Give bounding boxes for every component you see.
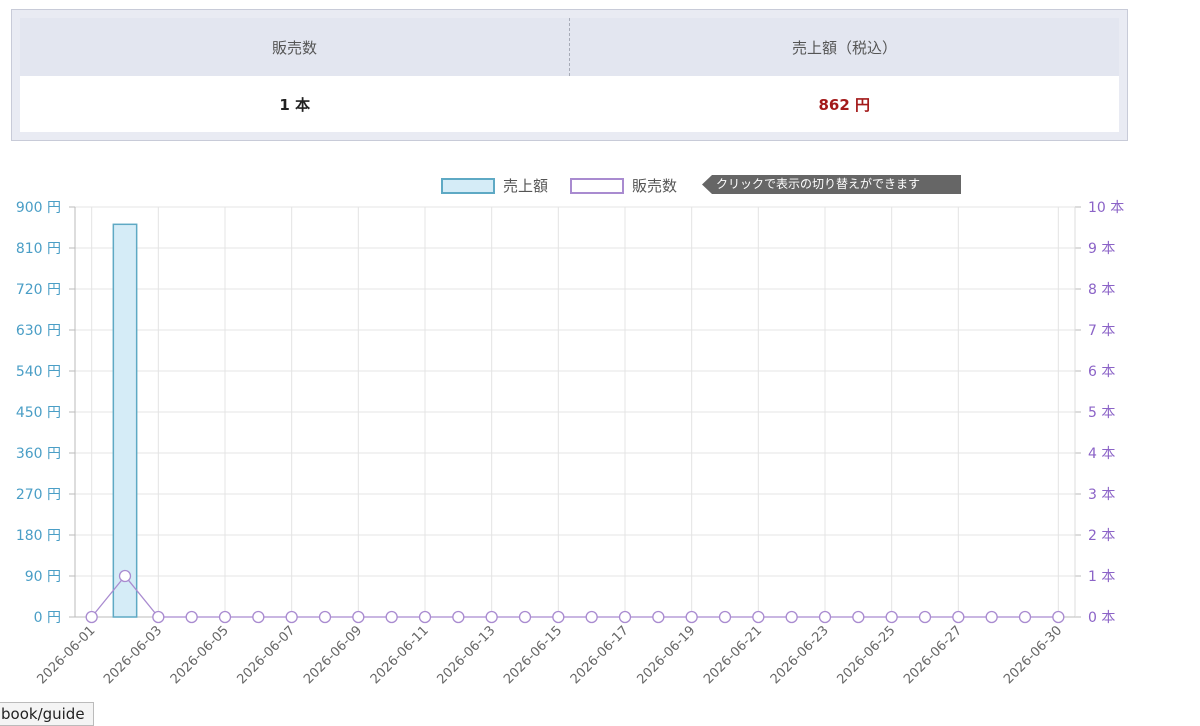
- header-sales-count: 販売数: [20, 18, 570, 76]
- y-right-tick-label: 4 本: [1088, 446, 1115, 462]
- point-sales-count: [285, 610, 298, 624]
- x-tick-label: 2026-06-23: [768, 623, 832, 687]
- y-left-tick-label: 90 円: [25, 569, 61, 585]
- point-sales-count: [418, 610, 432, 624]
- legend-swatch-sales: [441, 177, 495, 194]
- y-right-tick-label: 7 本: [1088, 323, 1115, 339]
- x-tick-label: 2026-06-19: [634, 623, 698, 687]
- y-right-tick-label: 2 本: [1088, 528, 1115, 544]
- y-left-tick-label: 900 円: [16, 200, 61, 216]
- point-sales-count: [452, 610, 465, 624]
- point-sales-count: [318, 610, 332, 624]
- x-tick-label: 2026-06-25: [834, 623, 898, 687]
- sales-chart: 0 円 0 本 90 円 1 本 180 円 2 本 270 円 3 本 360 円 4 本 450…: [16, 200, 1124, 687]
- toggle-hint-badge: クリックで表示の切り替えができます: [702, 175, 961, 194]
- x-tick-label: 2026-06-05: [168, 623, 232, 687]
- point-sales-count: [1052, 610, 1065, 624]
- legend-label-qty: 販売数: [632, 177, 678, 195]
- x-tick-label: 2026-06-21: [701, 623, 765, 687]
- y-right-tick-label: 9 本: [1088, 241, 1115, 257]
- x-tick-label: 2026-06-03: [101, 623, 165, 687]
- x-tick-label: 2026-06-27: [901, 623, 965, 687]
- legend-toggle-sales[interactable]: 売上額: [441, 175, 548, 196]
- value-sales-count: 1 本: [20, 76, 570, 132]
- point-sales-count: [385, 610, 398, 624]
- x-tick-label: 2026-06-09: [301, 623, 365, 687]
- y-left-tick-label: 180 円: [16, 528, 61, 544]
- point-sales-count: [785, 610, 798, 624]
- bar-sales-amount: [112, 223, 138, 618]
- point-sales-count: [518, 610, 532, 624]
- x-tick-label: 2026-06-07: [234, 623, 298, 687]
- point-sales-count: [718, 610, 732, 624]
- point-sales-count: [652, 610, 665, 624]
- point-sales-count: [1018, 610, 1032, 624]
- y-left-tick-label: 720 円: [16, 282, 61, 298]
- y-left-tick-label: 270 円: [16, 487, 61, 503]
- point-sales-count: [218, 610, 232, 624]
- x-tick-label: 2026-06-11: [368, 623, 432, 687]
- point-sales-count: [152, 610, 165, 624]
- y-right-tick-label: 8 本: [1088, 282, 1115, 298]
- legend-label-sales: 売上額: [503, 177, 549, 195]
- sales-summary-panel: 販売数 売上額（税込） 1 本 862 円: [11, 9, 1128, 141]
- point-sales-count: [185, 610, 198, 624]
- point-sales-count: [585, 610, 598, 624]
- x-tick-label: 2026-06-15: [501, 623, 565, 687]
- y-right-tick-label: 10 本: [1088, 200, 1124, 216]
- y-left-tick-label: 450 円: [16, 405, 61, 421]
- y-right-tick-label: 0 本: [1088, 610, 1115, 626]
- point-sales-count: [118, 569, 132, 583]
- point-sales-count: [85, 610, 98, 624]
- y-right-tick-label: 6 本: [1088, 364, 1115, 380]
- point-sales-count: [818, 610, 832, 624]
- header-sales-amount: 売上額（税込）: [569, 18, 1119, 76]
- y-left-tick-label: 0 円: [34, 610, 61, 626]
- point-sales-count: [352, 610, 365, 624]
- x-tick-label: 2026-06-17: [568, 623, 632, 687]
- sales-summary-table: 販売数 売上額（税込） 1 本 862 円: [20, 18, 1119, 132]
- y-right-tick-label: 5 本: [1088, 405, 1115, 421]
- y-right-tick-label: 1 本: [1088, 569, 1115, 585]
- point-sales-count: [618, 610, 632, 624]
- x-tick-label: 2026-06-01: [34, 623, 98, 687]
- point-sales-count: [752, 610, 765, 624]
- point-sales-count: [918, 610, 932, 624]
- value-sales-amount: 862 円: [569, 76, 1119, 132]
- point-sales-count: [552, 610, 565, 624]
- y-left-tick-label: 540 円: [16, 364, 61, 380]
- y-right-tick-label: 3 本: [1088, 487, 1115, 503]
- x-tick-label: 2026-06-13: [434, 623, 498, 687]
- point-sales-count: [952, 610, 965, 624]
- x-tick-label: 2026-06-30: [1001, 623, 1065, 687]
- point-sales-count: [252, 610, 265, 624]
- legend-swatch-qty: [570, 177, 624, 194]
- legend-toggle-qty[interactable]: 販売数: [570, 175, 677, 196]
- point-sales-count: [485, 610, 498, 624]
- y-left-tick-label: 630 円: [16, 323, 61, 339]
- link-url-tooltip: book/guide: [0, 702, 94, 726]
- point-sales-count: [985, 610, 998, 624]
- y-left-tick-label: 360 円: [16, 446, 61, 462]
- y-left-tick-label: 810 円: [16, 241, 61, 257]
- point-sales-count: [685, 610, 698, 624]
- line-sales-count: [91, 574, 1059, 618]
- point-sales-count: [885, 610, 898, 624]
- point-sales-count: [852, 610, 865, 624]
